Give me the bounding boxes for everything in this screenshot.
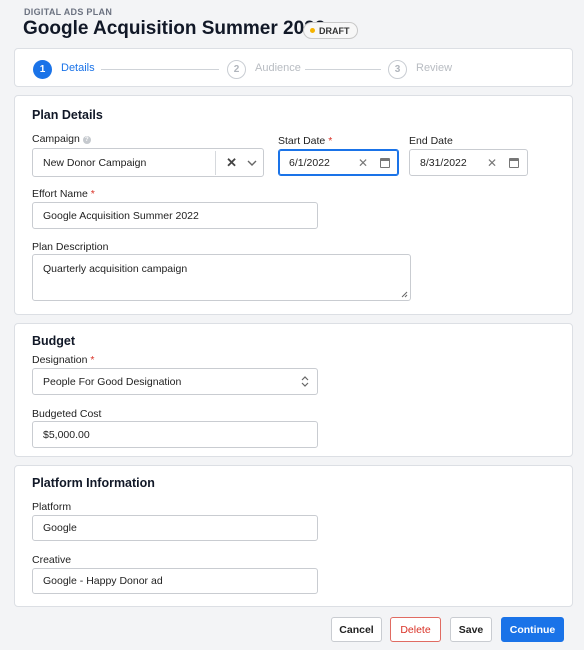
- end-date-label: End Date: [409, 135, 453, 147]
- delete-button[interactable]: Delete: [390, 617, 441, 642]
- chevron-down-icon[interactable]: [247, 158, 257, 168]
- budgeted-cost-value: $5,000.00: [43, 428, 90, 441]
- step-1-label[interactable]: Details: [61, 62, 95, 74]
- step-3-circle[interactable]: 3: [388, 60, 407, 79]
- platform-label: Platform: [32, 501, 72, 513]
- divider: [215, 150, 217, 175]
- budgeted-cost-input[interactable]: $5,000.00: [32, 421, 318, 448]
- creative-label: Creative: [32, 554, 72, 566]
- budget-card: Budget Designation * People For Good Des…: [14, 323, 573, 457]
- step-2-label[interactable]: Audience: [255, 62, 301, 74]
- budgeted-cost-label: Budgeted Cost: [32, 408, 102, 420]
- effort-name-label: Effort Name *: [32, 188, 95, 200]
- section-title: Platform Information: [32, 476, 155, 490]
- up-down-chevron-icon[interactable]: [301, 376, 309, 387]
- calendar-icon[interactable]: [380, 157, 390, 168]
- draft-dot-icon: [310, 28, 315, 33]
- calendar-icon[interactable]: [509, 157, 519, 168]
- question-circle-icon[interactable]: ?: [82, 136, 91, 144]
- step-1-circle[interactable]: 1: [33, 60, 52, 79]
- continue-button[interactable]: Continue: [501, 617, 564, 642]
- step-2-circle[interactable]: 2: [227, 60, 246, 79]
- designation-label: Designation *: [32, 354, 95, 366]
- end-date-input[interactable]: 8/31/2022 ✕: [409, 149, 528, 176]
- close-icon[interactable]: ✕: [226, 155, 237, 171]
- creative-input[interactable]: Google - Happy Donor ad: [32, 568, 318, 594]
- designation-value: People For Good Designation: [43, 375, 182, 388]
- section-title: Budget: [32, 334, 76, 348]
- campaign-select[interactable]: New Donor Campaign ✕: [32, 148, 264, 177]
- page-title: Google Acquisition Summer 2022: [23, 18, 326, 39]
- platform-value: Google: [43, 522, 77, 534]
- campaign-value: New Donor Campaign: [43, 156, 147, 169]
- effort-name-value: Google Acquisition Summer 2022: [43, 209, 199, 222]
- section-title: Plan Details: [32, 108, 103, 122]
- plan-description-textarea[interactable]: Quarterly acquisition campaign: [32, 254, 411, 301]
- start-date-value: 6/1/2022: [289, 156, 330, 169]
- wizard-stepper: 1 Details 2 Audience 3 Review: [14, 48, 573, 87]
- status-badge: DRAFT: [303, 22, 358, 39]
- step-connector: [101, 69, 219, 70]
- creative-value: Google - Happy Donor ad: [43, 575, 163, 587]
- step-3-label[interactable]: Review: [416, 62, 452, 74]
- step-connector: [305, 69, 381, 70]
- plan-details-card: Plan Details Campaign? New Donor Campaig…: [14, 95, 573, 315]
- end-date-value: 8/31/2022: [420, 156, 467, 169]
- cancel-button[interactable]: Cancel: [331, 617, 382, 642]
- close-icon[interactable]: ✕: [487, 156, 497, 170]
- plan-description-value: Quarterly acquisition campaign: [43, 263, 188, 275]
- plan-description-label: Plan Description: [32, 241, 109, 253]
- save-button[interactable]: Save: [450, 617, 492, 642]
- status-badge-label: DRAFT: [319, 25, 350, 36]
- platform-info-card: Platform Information Platform Google Cre…: [14, 465, 573, 607]
- page-eyebrow: DIGITAL ADS PLAN: [24, 7, 113, 17]
- designation-select[interactable]: People For Good Designation: [32, 368, 318, 395]
- close-icon[interactable]: ✕: [358, 156, 368, 170]
- resize-grip-icon[interactable]: [401, 291, 408, 298]
- platform-input[interactable]: Google: [32, 515, 318, 541]
- start-date-input[interactable]: 6/1/2022 ✕: [278, 149, 399, 176]
- start-date-label: Start Date *: [278, 135, 333, 147]
- effort-name-input[interactable]: Google Acquisition Summer 2022: [32, 202, 318, 229]
- campaign-label: Campaign?: [32, 133, 91, 145]
